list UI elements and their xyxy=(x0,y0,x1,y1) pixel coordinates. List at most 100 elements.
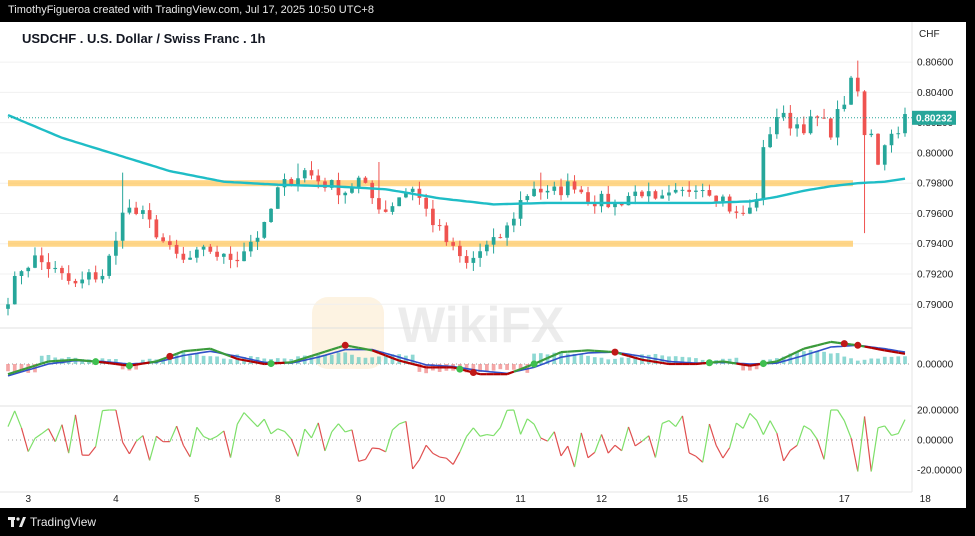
macd-fast-segment xyxy=(864,345,872,349)
macd-fast-segment xyxy=(196,348,204,352)
osc-segment xyxy=(102,409,110,412)
grid xyxy=(0,22,913,493)
macd-histogram-bar xyxy=(181,352,186,364)
right-strip xyxy=(966,0,975,536)
osc-segment xyxy=(789,444,798,451)
candle-body xyxy=(26,267,31,272)
osc-segment xyxy=(715,445,724,459)
candle-body xyxy=(147,210,152,220)
candle xyxy=(525,194,530,203)
osc-segment xyxy=(843,420,852,439)
macd-histogram-bar xyxy=(599,357,604,364)
candle-body xyxy=(505,225,509,238)
candle-body xyxy=(221,253,226,257)
macd-histogram-bar xyxy=(208,356,213,364)
osc-segment xyxy=(587,451,596,459)
macd-cross-marker xyxy=(267,360,275,368)
chart-svg[interactable]: WikiFX CHF0.806000.804000.802000.800000.… xyxy=(0,22,966,508)
candle-body xyxy=(46,262,51,270)
candle-body xyxy=(808,116,813,134)
macd-fast-segment xyxy=(769,360,778,364)
macd-fast-segment xyxy=(695,362,703,366)
osc-segment xyxy=(547,431,555,442)
macd-histogram-bar xyxy=(215,356,219,364)
osc-segment xyxy=(627,426,636,447)
osc-segment xyxy=(149,436,157,461)
candle xyxy=(168,235,172,250)
candle xyxy=(849,75,853,105)
candle xyxy=(680,186,685,197)
candle-body xyxy=(896,133,901,135)
macd-cross-marker xyxy=(840,340,848,348)
candle-body xyxy=(154,219,159,238)
time-tick-label: 12 xyxy=(596,494,608,505)
candle xyxy=(66,265,71,285)
candle-body xyxy=(235,259,240,262)
osc-segment xyxy=(877,425,885,429)
oscillator-pane xyxy=(7,409,912,472)
candle-body xyxy=(6,304,10,309)
osc-segment xyxy=(405,421,414,470)
attribution-text: TimothyFigueroa created with TradingView… xyxy=(8,4,374,16)
candle xyxy=(471,251,476,271)
macd-fast-segment xyxy=(142,361,150,365)
macd-histogram-bar xyxy=(606,359,611,364)
candle-body xyxy=(377,198,381,210)
macd-fast-segment xyxy=(250,360,258,364)
candle-body xyxy=(667,192,671,196)
candle-body xyxy=(174,244,179,254)
macd-fast-segment xyxy=(82,359,90,363)
macd-cross-marker xyxy=(705,359,713,367)
candle xyxy=(579,186,584,194)
osc-segment xyxy=(823,409,832,460)
candle xyxy=(93,265,98,283)
macd-fast-segment xyxy=(716,360,724,364)
candle xyxy=(370,180,375,204)
candles xyxy=(6,60,907,316)
osc-segment xyxy=(573,432,582,468)
time-tick-label: 9 xyxy=(356,494,362,505)
macd-histogram-bar xyxy=(505,364,509,370)
candle xyxy=(565,173,570,198)
osc-segment xyxy=(425,444,434,454)
macd-cross-marker xyxy=(341,341,349,349)
candle-body xyxy=(761,147,766,200)
osc-segment xyxy=(675,415,683,427)
candle-body xyxy=(255,237,260,242)
osc-segment xyxy=(14,410,23,429)
candle xyxy=(228,246,233,269)
osc-segment xyxy=(513,409,522,435)
candle-body xyxy=(795,124,799,129)
macd-histogram-bar xyxy=(336,352,341,364)
macd-histogram-bar xyxy=(815,351,820,364)
candle-body xyxy=(424,197,429,209)
osc-segment xyxy=(668,420,677,428)
osc-segment xyxy=(270,428,279,435)
candle-body xyxy=(248,241,253,252)
candle xyxy=(660,189,665,199)
candle xyxy=(107,253,112,279)
candle-body xyxy=(646,191,651,197)
candle-body xyxy=(458,245,462,257)
wikifx-watermark: WikiFX xyxy=(312,297,564,369)
macd-fast-segment xyxy=(823,340,832,345)
candle xyxy=(363,176,368,184)
osc-segment xyxy=(580,432,589,458)
candle-body xyxy=(269,208,273,222)
osc-segment xyxy=(398,420,407,425)
candle-body xyxy=(262,221,267,238)
osc-segment xyxy=(688,452,697,457)
macd-histogram-bar xyxy=(592,357,597,364)
macd-histogram-bar xyxy=(484,364,489,372)
osc-segment xyxy=(324,431,333,452)
candle-body xyxy=(599,193,604,207)
osc-segment xyxy=(479,433,487,437)
macd-fast-segment xyxy=(109,362,117,366)
candle-body xyxy=(525,196,530,201)
candle xyxy=(39,247,44,270)
candle xyxy=(215,245,219,261)
candle-body xyxy=(869,133,874,136)
macd-cross-marker xyxy=(611,348,619,356)
candle xyxy=(33,247,37,269)
currency-label: CHF xyxy=(919,29,940,40)
